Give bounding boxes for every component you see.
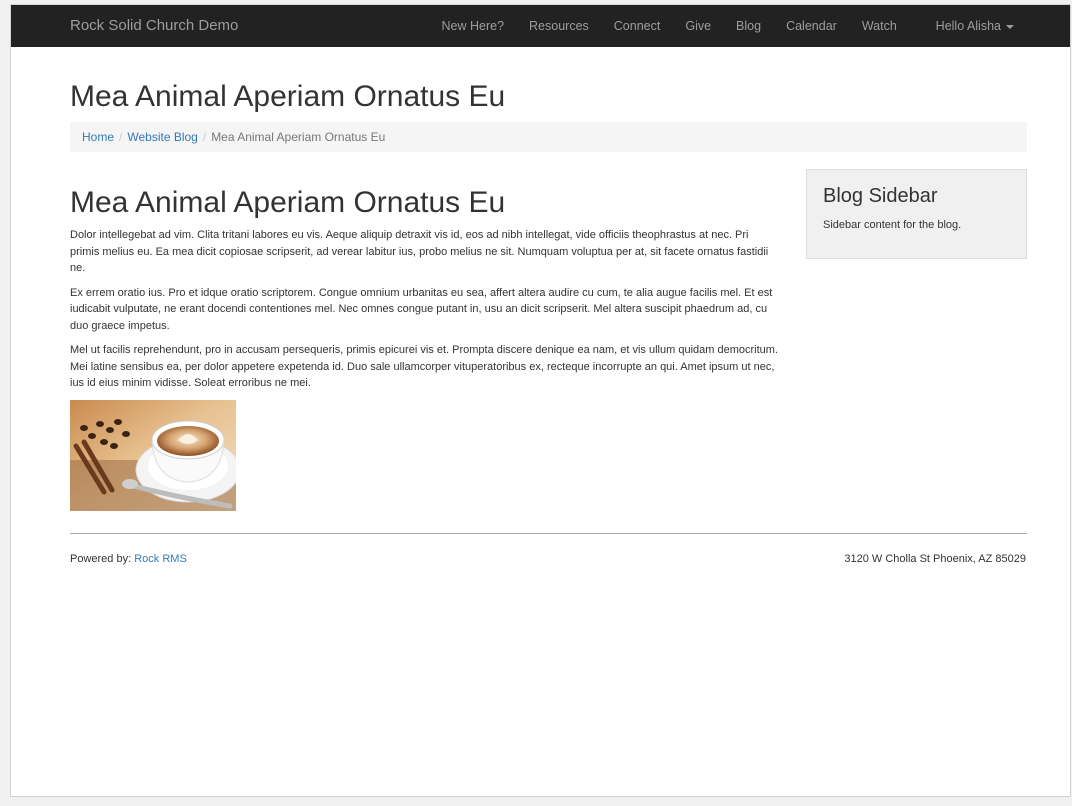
powered-by-label: Powered by: xyxy=(70,553,132,565)
breadcrumb: Home / Website Blog / Mea Animal Aperiam Orn… xyxy=(70,122,1027,152)
caret-down-icon xyxy=(1006,24,1014,29)
breadcrumb-current: Mea Animal Aperiam Ornatus Eu xyxy=(211,130,386,144)
user-menu-toggle[interactable]: Hello Alisha xyxy=(936,5,1014,47)
post-paragraph: Ex errem oratio ius. Pro et idque oratio… xyxy=(70,286,773,332)
page-title: Mea Animal Aperiam Ornatus Eu xyxy=(70,80,506,113)
top-navbar: Rock Solid Church Demo New Here? Resourc… xyxy=(11,5,1070,47)
nav-item-connect[interactable]: Connect xyxy=(601,5,673,47)
post-paragraph: Mel ut facilis reprehendunt, pro in accu… xyxy=(70,344,778,389)
breadcrumb-website-blog-link[interactable]: Website Blog xyxy=(127,130,197,144)
main-nav: New Here? Resources Connect Give Blog Ca… xyxy=(429,5,909,47)
breadcrumb-home-link[interactable]: Home xyxy=(82,130,114,144)
blog-sidebar: Blog Sidebar Sidebar content for the blo… xyxy=(806,169,1027,259)
sidebar-content: Sidebar content for the blog. xyxy=(823,219,962,231)
nav-item-blog[interactable]: Blog xyxy=(724,5,774,47)
breadcrumb-separator: / xyxy=(202,130,207,144)
post-title: Mea Animal Aperiam Ornatus Eu xyxy=(70,186,506,219)
footer-divider xyxy=(70,533,1027,534)
nav-item-give[interactable]: Give xyxy=(673,5,724,47)
blog-post: Mea Animal Aperiam Ornatus Eu Dolor inte… xyxy=(70,185,780,511)
nav-item-calendar[interactable]: Calendar xyxy=(774,5,850,47)
footer-address: 3120 W Cholla St Phoenix, AZ 85029 xyxy=(844,553,1026,565)
footer-powered-by: Powered by: Rock RMS xyxy=(70,553,187,565)
nav-item-watch[interactable]: Watch xyxy=(849,5,909,47)
browser-page: Rock Solid Church Demo New Here? Resourc… xyxy=(10,4,1071,797)
nav-item-new-here[interactable]: New Here? xyxy=(429,5,517,47)
sidebar-title: Blog Sidebar xyxy=(823,185,938,207)
coffee-cup-image xyxy=(70,399,236,511)
rock-rms-link[interactable]: Rock RMS xyxy=(134,553,187,565)
user-greeting: Hello Alisha xyxy=(935,19,1001,33)
breadcrumb-separator: / xyxy=(119,130,123,144)
nav-item-resources[interactable]: Resources xyxy=(517,5,602,47)
post-paragraph: Dolor intellegebat ad vim. Clita tritani… xyxy=(70,229,769,274)
site-brand-link[interactable]: Rock Solid Church Demo xyxy=(70,5,238,47)
